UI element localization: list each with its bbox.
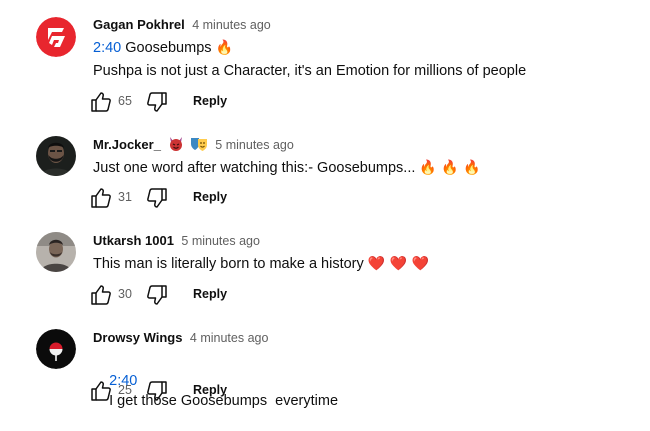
author-name[interactable]: Utkarsh 1001 <box>93 233 174 248</box>
like-icon[interactable] <box>89 186 113 210</box>
uchiha-crest-icon <box>36 329 76 369</box>
reply-button[interactable]: Reply <box>193 190 227 204</box>
comment-text: This man is literally born to make a his… <box>93 254 429 274</box>
comment-header: Utkarsh 1001 5 minutes ago <box>93 232 260 250</box>
comment-header: Gagan Pokhrel 4 minutes ago <box>93 16 271 34</box>
fire-emoji: 🔥 <box>215 40 233 56</box>
comment-text: Just one word after watching this:- Goos… <box>93 158 481 178</box>
reply-button[interactable]: Reply <box>193 383 227 397</box>
comment-text-segment: Goosebumps <box>125 40 212 56</box>
avatar[interactable] <box>36 17 76 57</box>
avatar[interactable] <box>36 136 76 176</box>
comment-time[interactable]: 5 minutes ago <box>181 234 260 248</box>
comment-thread: Mr.Jocker_ 5 minutes ago Just one word a… <box>0 136 650 232</box>
reply-button[interactable]: Reply <box>193 94 227 108</box>
comment-thread: Gagan Pokhrel 4 minutes ago 2:40 Goosebu… <box>0 16 650 112</box>
comment-time[interactable]: 5 minutes ago <box>215 138 294 152</box>
comment-time[interactable]: 4 minutes ago <box>190 331 269 345</box>
comment-thread: Drowsy Wings 4 minutes ago 2:40 I get th… <box>0 329 650 425</box>
red-g-logo-icon <box>36 17 76 57</box>
like-icon[interactable] <box>89 283 113 307</box>
comment-header: Drowsy Wings 4 minutes ago <box>93 329 268 347</box>
author-name[interactable]: Drowsy Wings <box>93 330 182 345</box>
like-count: 30 <box>118 287 132 301</box>
theater-masks-icon <box>190 138 207 151</box>
author-name[interactable]: Gagan Pokhrel <box>93 17 185 32</box>
comment-thread: Utkarsh 1001 5 minutes ago This man is l… <box>0 232 650 328</box>
author-name[interactable]: Mr.Jocker_ <box>93 137 161 152</box>
avatar[interactable] <box>36 232 76 272</box>
dislike-icon[interactable] <box>145 379 169 403</box>
avatar[interactable] <box>36 329 76 369</box>
comment-text-line: Pushpa is not just a Character, it's an … <box>93 63 527 79</box>
comment-text-segment: This man is literally born to make a his… <box>93 256 364 272</box>
like-icon[interactable] <box>89 90 113 114</box>
comment-header: Mr.Jocker_ 5 minutes ago <box>93 136 294 154</box>
man-photo-icon <box>36 232 76 272</box>
like-icon[interactable] <box>89 379 113 403</box>
like-count: 65 <box>118 94 132 108</box>
dislike-icon[interactable] <box>145 186 169 210</box>
comment-time[interactable]: 4 minutes ago <box>192 18 271 32</box>
comment-text-segment: Just one word after watching this:- Goos… <box>93 160 416 176</box>
bearded-man-photo-icon <box>36 136 76 176</box>
dislike-icon[interactable] <box>145 90 169 114</box>
dislike-icon[interactable] <box>145 283 169 307</box>
comment-text: 2:40 Goosebumps 🔥 <box>93 38 233 58</box>
reply-button[interactable]: Reply <box>193 287 227 301</box>
devil-emoji-icon <box>170 137 183 151</box>
heart-emoji: ❤️ ❤️ ❤️ <box>367 256 429 272</box>
like-count: 31 <box>118 190 132 204</box>
timestamp-link[interactable]: 2:40 <box>93 40 121 56</box>
like-count: 25 <box>118 383 132 397</box>
fire-emoji: 🔥 🔥 🔥 <box>419 160 481 176</box>
